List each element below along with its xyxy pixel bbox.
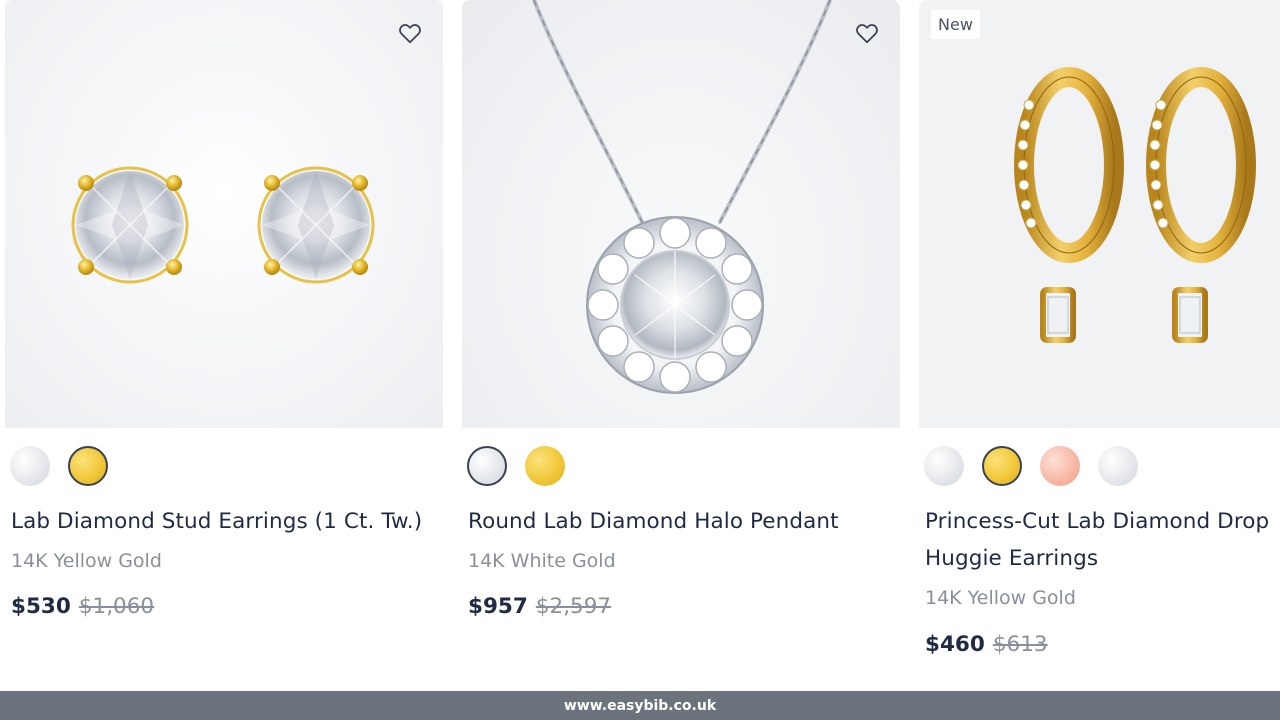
sale-price: $957 — [468, 594, 528, 619]
stud-earrings-image — [71, 166, 375, 284]
price-row: $957 $2,597 — [468, 594, 611, 619]
swatch-yellow-gold[interactable] — [68, 446, 108, 486]
swatch-yellow-gold[interactable] — [525, 446, 565, 486]
product-title[interactable]: Lab Diamond Stud Earrings (1 Ct. Tw.) — [11, 503, 422, 540]
swatch-white-gold[interactable] — [924, 446, 964, 486]
metal-swatches — [10, 446, 108, 486]
product-card-halo-pendant[interactable]: Round Lab Diamond Halo Pendant 14K White… — [462, 0, 900, 619]
heart-outline-icon[interactable] — [397, 20, 423, 46]
product-image[interactable] — [5, 0, 443, 428]
swatch-white-gold[interactable] — [467, 446, 507, 486]
huggie-earrings-image — [1014, 67, 1256, 343]
product-metal: 14K White Gold — [468, 550, 616, 572]
product-metal: 14K Yellow Gold — [925, 587, 1076, 609]
product-card-stud-earrings[interactable]: Lab Diamond Stud Earrings (1 Ct. Tw.) 14… — [5, 0, 443, 619]
product-image[interactable] — [462, 0, 900, 428]
footer-url[interactable]: www.easybib.co.uk — [564, 698, 716, 714]
swatch-yellow-gold[interactable] — [982, 446, 1022, 486]
price-row: $530 $1,060 — [11, 594, 154, 619]
sale-price: $530 — [11, 594, 71, 619]
product-card-huggie-earrings[interactable]: New Princess-Cut Lab Diamond Drop Huggie… — [919, 0, 1280, 657]
swatch-white-gold[interactable] — [10, 446, 50, 486]
swatch-platinum[interactable] — [1098, 446, 1138, 486]
product-grid: Lab Diamond Stud Earrings (1 Ct. Tw.) 14… — [0, 0, 1280, 720]
metal-swatches — [467, 446, 565, 486]
sale-price: $460 — [925, 632, 985, 657]
halo-pendant-image — [532, 0, 832, 394]
price-row: $460 $613 — [925, 632, 1048, 657]
original-price: $613 — [992, 632, 1048, 657]
footer-bar: www.easybib.co.uk — [0, 691, 1280, 720]
product-metal: 14K Yellow Gold — [11, 550, 162, 572]
product-image[interactable]: New — [919, 0, 1280, 428]
original-price: $2,597 — [535, 594, 612, 619]
swatch-rose-gold[interactable] — [1040, 446, 1080, 486]
product-title[interactable]: Princess-Cut Lab Diamond Drop Huggie Ear… — [925, 503, 1280, 577]
metal-swatches — [924, 446, 1138, 486]
original-price: $1,060 — [78, 594, 155, 619]
new-badge: New — [931, 10, 980, 39]
heart-outline-icon[interactable] — [854, 20, 880, 46]
product-title[interactable]: Round Lab Diamond Halo Pendant — [468, 503, 839, 540]
